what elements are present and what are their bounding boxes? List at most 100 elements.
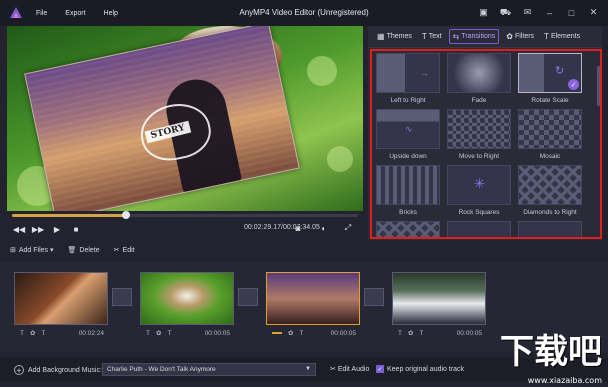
transition-item[interactable] bbox=[376, 221, 440, 237]
close-icon[interactable]: ✕ bbox=[587, 6, 600, 19]
menu-bar: File Export Help bbox=[36, 10, 118, 17]
edit-button[interactable]: ✂ Edit bbox=[114, 246, 135, 254]
timeline-clip-selected[interactable] bbox=[266, 272, 360, 325]
stop-icon[interactable]: ■ bbox=[69, 223, 83, 235]
seek-progress bbox=[12, 214, 127, 217]
keep-audio-checkbox[interactable]: ✓ Keep original audio track bbox=[376, 365, 464, 373]
text-icon[interactable]: T bbox=[20, 330, 24, 337]
transition-bricks[interactable]: Bricks bbox=[376, 165, 440, 221]
forward-icon[interactable]: ▶▶ bbox=[31, 223, 45, 235]
filter-icon[interactable]: ✿ bbox=[288, 329, 293, 337]
fullscreen-icon[interactable]: ⤢ bbox=[341, 222, 355, 234]
text-icon: T bbox=[421, 32, 427, 41]
transition-slot[interactable] bbox=[238, 288, 258, 306]
seek-bar[interactable] bbox=[12, 211, 358, 219]
app-logo-icon bbox=[10, 7, 22, 18]
clip-duration: 00:00:05 bbox=[330, 329, 356, 337]
element-icon[interactable]: T bbox=[419, 330, 423, 337]
menu-file[interactable]: File bbox=[36, 10, 47, 17]
checkbox-checked-icon: ✓ bbox=[376, 365, 384, 373]
tab-filters[interactable]: ✿ Filters bbox=[503, 30, 537, 43]
play-icon[interactable]: ▶ bbox=[50, 223, 64, 235]
timeline-toolbar: ⊞ Add Files ▾ 🗑 Delete ✂ Edit bbox=[10, 246, 135, 254]
transition-mosaic[interactable]: Mosaic bbox=[518, 109, 582, 165]
text-icon[interactable]: T bbox=[398, 330, 402, 337]
preview-tools: ◙ ◖ ⤢ bbox=[291, 222, 360, 234]
transition-left-to-right[interactable]: → Left to Right bbox=[376, 53, 440, 109]
add-music-button[interactable]: + Add Background Music: bbox=[14, 365, 102, 375]
timeline-clip[interactable] bbox=[14, 272, 108, 325]
element-icon[interactable]: T bbox=[167, 330, 171, 337]
filter-icon[interactable]: ✿ bbox=[408, 329, 413, 337]
plus-icon: + bbox=[14, 365, 24, 375]
maximize-icon[interactable]: □ bbox=[565, 6, 578, 19]
element-icon[interactable]: T bbox=[299, 330, 303, 337]
panel-scrollbar[interactable] bbox=[597, 66, 600, 106]
transition-thumb bbox=[518, 165, 582, 205]
rewind-icon[interactable]: ◀◀ bbox=[12, 223, 26, 235]
feedback-icon[interactable]: ✉ bbox=[521, 6, 534, 19]
transition-slot[interactable] bbox=[112, 288, 132, 306]
timeline-clip[interactable] bbox=[392, 272, 486, 325]
edit-audio-button[interactable]: ✂ Edit Audio bbox=[330, 365, 369, 373]
transition-thumb bbox=[447, 109, 511, 149]
transition-thumb bbox=[518, 221, 582, 237]
transition-thumb bbox=[447, 53, 511, 93]
minimize-icon[interactable]: – bbox=[543, 6, 556, 19]
transition-item[interactable] bbox=[447, 221, 511, 237]
video-preview[interactable]: STORY bbox=[7, 26, 363, 211]
filter-icon[interactable]: ✿ bbox=[30, 329, 35, 337]
tab-themes[interactable]: ▦ Themes bbox=[374, 30, 415, 43]
transition-thumb bbox=[447, 221, 511, 237]
transition-thumb bbox=[376, 165, 440, 205]
transitions-icon: ⇆ bbox=[452, 32, 460, 41]
tab-text[interactable]: T Text bbox=[419, 30, 445, 43]
edit-icon: ✂ bbox=[330, 366, 338, 373]
selected-check-icon: ✓ bbox=[568, 79, 579, 90]
transition-thumb: → bbox=[376, 53, 440, 93]
tab-elements[interactable]: T Elements bbox=[541, 30, 583, 43]
themes-icon: ▦ bbox=[377, 32, 385, 41]
transition-thumb: ∿ bbox=[376, 109, 440, 149]
transition-upside-down[interactable]: ∿ Upside down bbox=[376, 109, 440, 165]
music-select[interactable]: Charlie Puth - We Don't Talk Anymore ▼ bbox=[102, 363, 316, 376]
current-time: 00:02:29.17 bbox=[244, 224, 281, 231]
element-icon[interactable]: T bbox=[41, 330, 45, 337]
transition-item[interactable] bbox=[518, 221, 582, 237]
menu-export[interactable]: Export bbox=[65, 10, 85, 17]
filters-icon: ✿ bbox=[506, 32, 513, 41]
playback-controls: ◀◀ ▶▶ ▶ ■ 00:02:29.17/00:07:34.05 ◙ ◖ ⤢ bbox=[12, 222, 362, 236]
delete-button[interactable]: 🗑 Delete bbox=[68, 246, 100, 254]
clip-meta: T ✿ T 00:00:05 bbox=[398, 328, 482, 338]
bokeh-decoration bbox=[307, 56, 337, 86]
transition-rotate-scale[interactable]: ↻ ✓ Rotate Scale bbox=[518, 53, 582, 109]
transition-move-to-right[interactable]: Move to Right bbox=[447, 109, 511, 165]
filter-icon[interactable]: ✿ bbox=[156, 329, 161, 337]
transitions-grid-highlight: → Left to Right Fade ↻ ✓ Rotate Scale ∿ U… bbox=[370, 49, 602, 239]
volume-icon[interactable]: ◖ bbox=[316, 222, 330, 234]
menu-help[interactable]: Help bbox=[104, 10, 118, 17]
text-icon[interactable]: T bbox=[146, 330, 150, 337]
cart-icon[interactable]: ⛟ bbox=[499, 6, 512, 19]
timeline-clip[interactable] bbox=[140, 272, 234, 325]
transition-thumb: ↻ ✓ bbox=[518, 53, 582, 93]
bokeh-decoration bbox=[327, 146, 353, 172]
tab-transitions[interactable]: ⇆ Transitions bbox=[448, 29, 500, 44]
title-bar: File Export Help AnyMP4 Video Editor (Un… bbox=[0, 0, 608, 26]
register-icon[interactable]: ▣ bbox=[477, 6, 490, 19]
transition-thumb bbox=[518, 109, 582, 149]
clip-meta: ✿ T 00:00:05 bbox=[272, 328, 356, 338]
transition-diamonds-to-right[interactable]: Diamonds to Right bbox=[518, 165, 582, 221]
seek-handle[interactable] bbox=[122, 211, 131, 219]
add-files-button[interactable]: ⊞ Add Files ▾ bbox=[10, 246, 54, 254]
preview-photo-card: STORY bbox=[24, 26, 300, 211]
transition-rock-squares[interactable]: ✳ Rock Squares bbox=[447, 165, 511, 221]
transition-thumb: ✳ bbox=[447, 165, 511, 205]
transition-slot[interactable] bbox=[364, 288, 384, 306]
snapshot-icon[interactable]: ◙ bbox=[291, 222, 305, 234]
transition-fade[interactable]: Fade bbox=[447, 53, 511, 109]
effects-panel: ▦ Themes T Text ⇆ Transitions ✿ Filters T Ele… bbox=[368, 26, 602, 240]
clip-meta: T ✿ T 00:02:24 bbox=[20, 328, 104, 338]
transition-thumb bbox=[376, 221, 440, 237]
clip-duration: 00:00:05 bbox=[204, 329, 230, 337]
